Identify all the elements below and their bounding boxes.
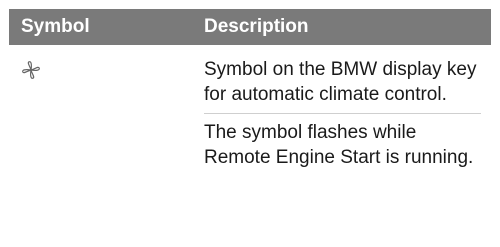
description-cell: Symbol on the BMW display key for automa… [204,57,491,170]
description-paragraph-2: The symbol flashes while Remote Engine S… [204,122,474,168]
table-row: Symbol on the BMW display key for automa… [9,45,491,170]
fan-icon [21,60,41,80]
description-paragraph-1: Symbol on the BMW display key for automa… [204,59,477,105]
symbol-table: Symbol Description Symbol on the BMW dis… [9,9,491,170]
header-symbol: Symbol [21,16,90,37]
header-description: Description [204,16,309,37]
symbol-cell [9,57,204,170]
table-header: Symbol Description [9,9,491,45]
paragraph-divider [204,113,481,114]
